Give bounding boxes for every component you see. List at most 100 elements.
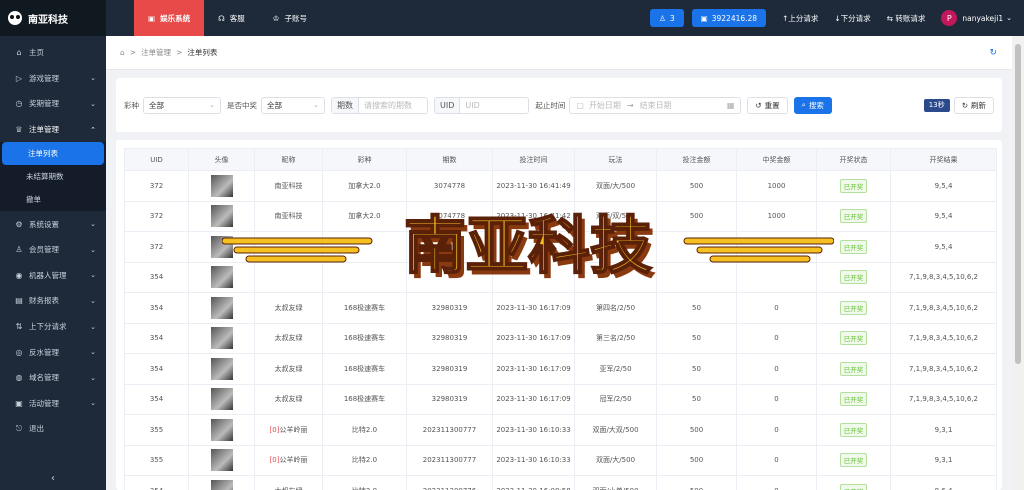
avatar[interactable] (210, 479, 233, 490)
avatar[interactable] (210, 266, 233, 289)
table-row[interactable]: 354 太叔友绿 168极速赛车 32980319 2023-11-30 16:17:0… (124, 383, 997, 415)
avatar[interactable] (210, 418, 233, 441)
sidebar-item[interactable]: ⌂ 主页 (0, 40, 106, 66)
logo[interactable]: 南亚科技 (0, 0, 106, 36)
sidebar-item[interactable]: ⚙ 系统设置 ⌄ (0, 211, 106, 237)
sidebar-item[interactable]: ♕ 注单管理 ⌃ (0, 117, 106, 143)
refresh-icon: ↻ (961, 100, 968, 110)
sidebar-item[interactable]: ◷ 奖期管理 ⌄ (0, 91, 106, 117)
tab-label: 客服 (229, 13, 245, 23)
avatar[interactable] (210, 388, 233, 411)
table-row[interactable]: 355 [0]公羊岭丽 比特2.0 202311300777 2023-11-30 16… (124, 444, 997, 476)
main-content: 彩种 全部 ⌄ 是否中奖 全部 ⌄ 期数 请搜索的期数 UID UID 起止时间 ▢ 开… (106, 70, 1012, 490)
table-row[interactable]: 354 太叔友绿 168极速赛车 32980319 2023-11-30 16:17:0… (124, 292, 997, 324)
username[interactable]: nanyakeji1 (962, 14, 1003, 23)
avatar-cell (188, 475, 255, 490)
sidebar-item[interactable]: ⇅ 上下分请求 ⌄ (0, 314, 106, 340)
down-request-link[interactable]: ↓下分请求 (834, 13, 870, 24)
sidebar-item[interactable]: ▤ 财务报表 ⌄ (0, 288, 106, 314)
avatar[interactable] (210, 174, 233, 197)
tab-icon: ♔ (272, 13, 280, 23)
play-cell: 亚军/2/50 (574, 353, 657, 385)
table-body: 372 南亚科技 加拿大2.0 3074778 2023-11-30 16:41:49 双… (124, 170, 997, 490)
sidebar-item[interactable]: ◍ 域名管理 ⌄ (0, 365, 106, 391)
uid-cell: 355 (124, 444, 189, 476)
avatar[interactable] (210, 296, 233, 319)
report-icon: ▤ (15, 296, 23, 306)
up-request-link[interactable]: ↑上分请求 (782, 13, 818, 24)
period-cell: 202311300776 (406, 475, 493, 490)
uid-field[interactable]: UID UID (434, 96, 530, 114)
chevron-icon: ⌄ (90, 322, 96, 331)
period-cell: 32980319 (406, 322, 493, 354)
sidebar-item-label: 注单管理 (29, 125, 59, 135)
period-input[interactable]: 请搜索的期数 (359, 98, 427, 113)
table-row[interactable]: 354 太叔友绿 168极速赛车 32980319 2023-11-30 16:17:0… (124, 353, 997, 385)
online-count-button[interactable]: ♙ 3 (650, 9, 684, 27)
sidebar-item[interactable]: ▣ 活动管理 ⌄ (0, 391, 106, 417)
bet-time-cell: 2023-11-30 16:17:09 (492, 292, 575, 324)
chevron-icon: ⌄ (90, 348, 96, 357)
home-icon[interactable]: ⌂ (120, 48, 125, 57)
table-row[interactable]: 354 已开奖 7,1,9,8,3,4,5,10,6,2 (124, 261, 997, 293)
avatar[interactable] (210, 357, 233, 380)
top-tab[interactable]: ♔ 子账号 (259, 0, 321, 36)
range-arrow-icon: → (626, 100, 634, 110)
chevron-down-icon[interactable]: ⌄ (1006, 14, 1012, 22)
table-row[interactable]: 354 太叔友绿 168极速赛车 32980319 2023-11-30 16:17:0… (124, 322, 997, 354)
page-scrollbar[interactable] (1012, 36, 1024, 490)
table-row[interactable]: 354 太叔友绿比特2.02023113007762023-11-30 16:08… (124, 475, 997, 490)
bet-amount-cell: 500 (656, 444, 737, 476)
table-row[interactable]: 372 南亚科技 加拿大2.0 3074778 2023-11-30 16:41:42 双… (124, 200, 997, 232)
sidebar-item[interactable]: ▷ 游戏管理 ⌄ (0, 66, 106, 92)
avatar[interactable]: P (941, 10, 958, 26)
balance-button[interactable]: ▣ 3922416.28 (691, 9, 767, 27)
avatar[interactable] (210, 205, 233, 228)
sidebar-subitem[interactable]: 撤单 (0, 188, 106, 211)
date-range-picker[interactable]: ▢ 开始日期 → 结束日期 ▦ (569, 96, 742, 114)
win-amount-cell: 0 (736, 292, 817, 324)
status-cell: 已开奖 (816, 292, 891, 324)
refresh-button[interactable]: ↻ 刷新 (953, 96, 994, 114)
sidebar-subitem[interactable]: 未结算期数 (0, 165, 106, 188)
search-button[interactable]: ⌕ 搜索 (793, 96, 832, 114)
period-cell: 3074778 (406, 170, 493, 202)
sidebar-item[interactable]: ⎋ 退出 (0, 416, 106, 442)
top-tab[interactable]: ▣ 娱乐系统 (134, 0, 205, 36)
lottery-cell: 比特2.0 (322, 414, 407, 446)
scrollbar-thumb[interactable] (1015, 44, 1021, 364)
status-badge: 已开奖 (839, 178, 868, 193)
nickname-cell: 南亚科技 (254, 170, 323, 202)
end-date-input[interactable]: 结束日期 (640, 100, 672, 111)
lottery-select[interactable]: 全部 ⌄ (143, 96, 221, 114)
result-cell: 9,5,4 (890, 170, 997, 202)
table-row[interactable]: 372 南亚科技 加拿大2.0 3074778 2023-11-30 16:41:49 双… (124, 170, 997, 202)
sidebar-subitem[interactable]: 注单列表 (2, 142, 104, 166)
avatar[interactable] (210, 327, 233, 350)
top-tab[interactable]: ☊ 客服 (204, 0, 259, 36)
reset-button[interactable]: ↺ 重置 (747, 96, 788, 114)
period-field[interactable]: 期数 请搜索的期数 (331, 96, 428, 114)
winning-select[interactable]: 全部 ⌄ (261, 96, 325, 114)
transfer-request-link[interactable]: ⇆ 转账请求 (887, 13, 926, 24)
collapse-sidebar-icon[interactable]: ‹ (0, 466, 106, 490)
status-cell: 已开奖 (816, 261, 891, 293)
table-row[interactable]: 372 双面/小单 已开奖 9,5,4 (124, 231, 997, 263)
table-row[interactable]: 355 [0]公羊岭丽 比特2.0 202311300777 2023-11-30 16… (124, 414, 997, 446)
avatar[interactable] (210, 449, 233, 472)
sidebar-item-label: 上下分请求 (29, 322, 67, 332)
bet-amount-cell: 500 (656, 475, 737, 490)
sidebar-item[interactable]: ♙ 会员管理 ⌄ (0, 237, 106, 263)
avatar[interactable] (210, 235, 233, 258)
lottery-cell (322, 231, 407, 263)
breadcrumb-item[interactable]: 注单管理 (141, 47, 171, 58)
win-amount-cell: 0 (736, 383, 817, 415)
start-date-input[interactable]: 开始日期 (589, 100, 621, 111)
reload-icon[interactable]: ↻ (989, 48, 997, 58)
uid-input[interactable]: UID (460, 98, 528, 113)
time-label: 起止时间 (535, 100, 566, 110)
topbar: ▣ 娱乐系统 ☊ 客服 ♔ 子账号 ♙ 3 ▣ 3922416.28 ↑上分请求 ↓下分请求 … (106, 0, 1024, 36)
trophy-icon: ♕ (15, 125, 23, 135)
sidebar-item[interactable]: ◎ 反水管理 ⌄ (0, 339, 106, 365)
sidebar-item[interactable]: ◉ 机器人管理 ⌄ (0, 263, 106, 289)
